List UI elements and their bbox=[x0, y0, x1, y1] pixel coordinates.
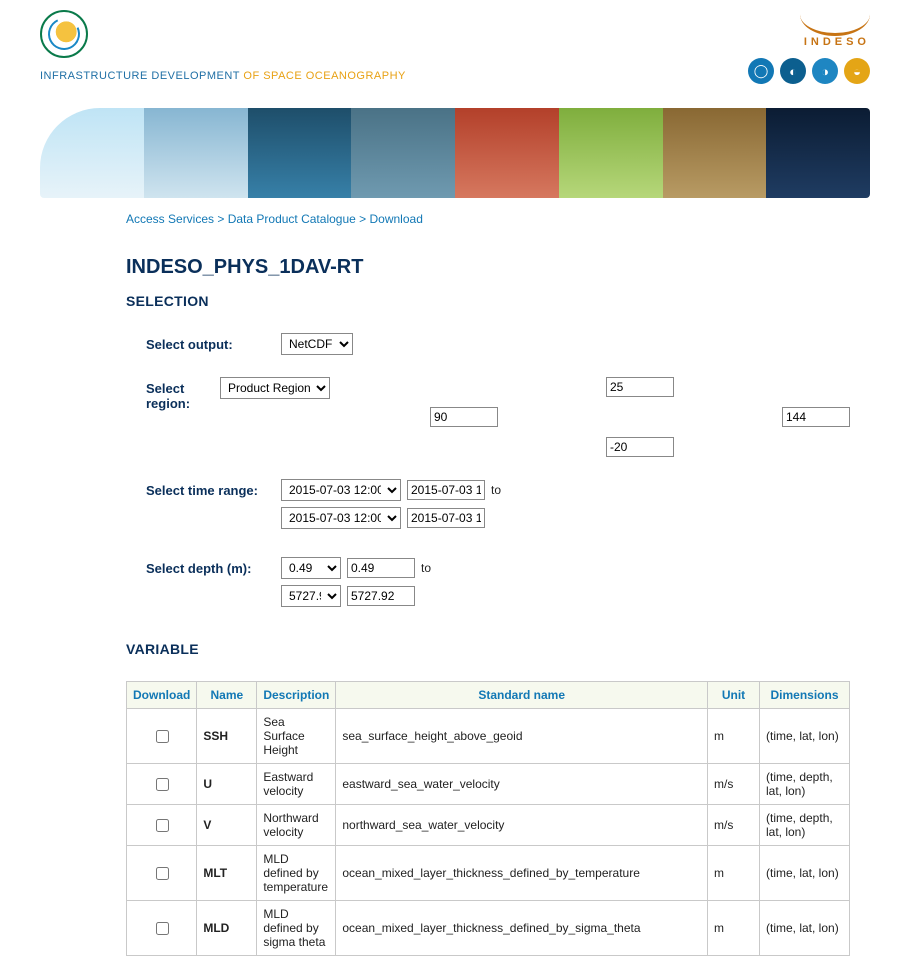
table-row: MLDMLD defined by sigma thetaocean_mixed… bbox=[127, 901, 850, 956]
time-from-select[interactable]: 2015-07-03 12:00:00 bbox=[281, 479, 401, 501]
cell-desc: Sea Surface Height bbox=[257, 709, 336, 764]
th-standard: Standard name bbox=[336, 682, 708, 709]
brand-tagline: INFRASTRUCTURE DEVELOPMENT OF SPACE OCEA… bbox=[40, 70, 406, 82]
table-row: SSHSea Surface Heightsea_surface_height_… bbox=[127, 709, 850, 764]
cell-dim: (time, lat, lon) bbox=[760, 709, 850, 764]
download-checkbox[interactable] bbox=[156, 730, 169, 743]
download-checkbox[interactable] bbox=[156, 867, 169, 880]
cell-standard: ocean_mixed_layer_thickness_defined_by_s… bbox=[336, 901, 708, 956]
indeso-wordmark: INDESO bbox=[748, 36, 870, 48]
cell-desc: Eastward velocity bbox=[257, 764, 336, 805]
depth-from-input[interactable] bbox=[347, 558, 415, 578]
th-unit: Unit bbox=[708, 682, 760, 709]
variable-table: Download Name Description Standard name … bbox=[126, 681, 850, 956]
tagline-b: OF SPACE OCEANOGRAPHY bbox=[243, 70, 406, 82]
nav-icon-1[interactable]: ◯ bbox=[748, 58, 774, 84]
cell-unit: m bbox=[708, 709, 760, 764]
time-from-input[interactable] bbox=[407, 480, 485, 500]
time-label: Select time range: bbox=[126, 479, 281, 498]
indeso-swoosh bbox=[800, 10, 870, 36]
cell-desc: Northward velocity bbox=[257, 805, 336, 846]
crumb-sep: > bbox=[359, 212, 369, 226]
nav-icon-3[interactable]: ◑ bbox=[812, 58, 838, 84]
region-east-input[interactable] bbox=[782, 407, 850, 427]
cell-name: SSH bbox=[197, 709, 257, 764]
tagline-a: INFRASTRUCTURE DEVELOPMENT bbox=[40, 70, 240, 82]
hero-banner bbox=[40, 108, 870, 198]
cell-name: U bbox=[197, 764, 257, 805]
output-select[interactable]: NetCDF bbox=[281, 333, 353, 355]
region-south-input[interactable] bbox=[606, 437, 674, 457]
cell-standard: eastward_sea_water_velocity bbox=[336, 764, 708, 805]
th-dim: Dimensions bbox=[760, 682, 850, 709]
depth-to-input[interactable] bbox=[347, 586, 415, 606]
output-label: Select output: bbox=[126, 333, 281, 352]
breadcrumb: Access Services > Data Product Catalogue… bbox=[126, 212, 850, 226]
region-label: Select region: bbox=[126, 377, 220, 411]
cell-name: MLD bbox=[197, 901, 257, 956]
time-to-label: to bbox=[491, 483, 501, 497]
region-west-input[interactable] bbox=[430, 407, 498, 427]
nav-icon-4[interactable]: ◒ bbox=[844, 58, 870, 84]
depth-from-select[interactable]: 0.49 bbox=[281, 557, 341, 579]
app-logo bbox=[40, 10, 88, 58]
cell-standard: northward_sea_water_velocity bbox=[336, 805, 708, 846]
download-checkbox[interactable] bbox=[156, 819, 169, 832]
cell-desc: MLD defined by temperature bbox=[257, 846, 336, 901]
time-to-select[interactable]: 2015-07-03 12:00:00 bbox=[281, 507, 401, 529]
cell-unit: m/s bbox=[708, 764, 760, 805]
download-checkbox[interactable] bbox=[156, 778, 169, 791]
depth-to-select[interactable]: 5727.92 bbox=[281, 585, 341, 607]
cell-name: V bbox=[197, 805, 257, 846]
crumb-access-services[interactable]: Access Services bbox=[126, 212, 214, 226]
cell-name: MLT bbox=[197, 846, 257, 901]
region-select[interactable]: Product Region bbox=[220, 377, 330, 399]
download-checkbox[interactable] bbox=[156, 922, 169, 935]
crumb-sep: > bbox=[217, 212, 227, 226]
cell-unit: m bbox=[708, 901, 760, 956]
table-row: VNorthward velocitynorthward_sea_water_v… bbox=[127, 805, 850, 846]
cell-desc: MLD defined by sigma theta bbox=[257, 901, 336, 956]
selection-heading: SELECTION bbox=[126, 293, 850, 309]
cell-dim: (time, lat, lon) bbox=[760, 846, 850, 901]
cell-standard: ocean_mixed_layer_thickness_defined_by_t… bbox=[336, 846, 708, 901]
page-title: INDESO_PHYS_1DAV-RT bbox=[126, 256, 850, 279]
th-desc: Description bbox=[257, 682, 336, 709]
cell-dim: (time, depth, lat, lon) bbox=[760, 764, 850, 805]
depth-to-label: to bbox=[421, 561, 431, 575]
table-row: UEastward velocityeastward_sea_water_vel… bbox=[127, 764, 850, 805]
th-name: Name bbox=[197, 682, 257, 709]
region-north-input[interactable] bbox=[606, 377, 674, 397]
cell-unit: m bbox=[708, 846, 760, 901]
cell-dim: (time, lat, lon) bbox=[760, 901, 850, 956]
depth-label: Select depth (m): bbox=[126, 557, 281, 576]
variable-heading: VARIABLE bbox=[126, 641, 850, 657]
crumb-download[interactable]: Download bbox=[370, 212, 423, 226]
cell-dim: (time, depth, lat, lon) bbox=[760, 805, 850, 846]
table-row: MLTMLD defined by temperatureocean_mixed… bbox=[127, 846, 850, 901]
nav-icon-2[interactable]: ◐ bbox=[780, 58, 806, 84]
th-download: Download bbox=[127, 682, 197, 709]
time-to-input[interactable] bbox=[407, 508, 485, 528]
cell-standard: sea_surface_height_above_geoid bbox=[336, 709, 708, 764]
crumb-catalogue[interactable]: Data Product Catalogue bbox=[228, 212, 356, 226]
cell-unit: m/s bbox=[708, 805, 760, 846]
